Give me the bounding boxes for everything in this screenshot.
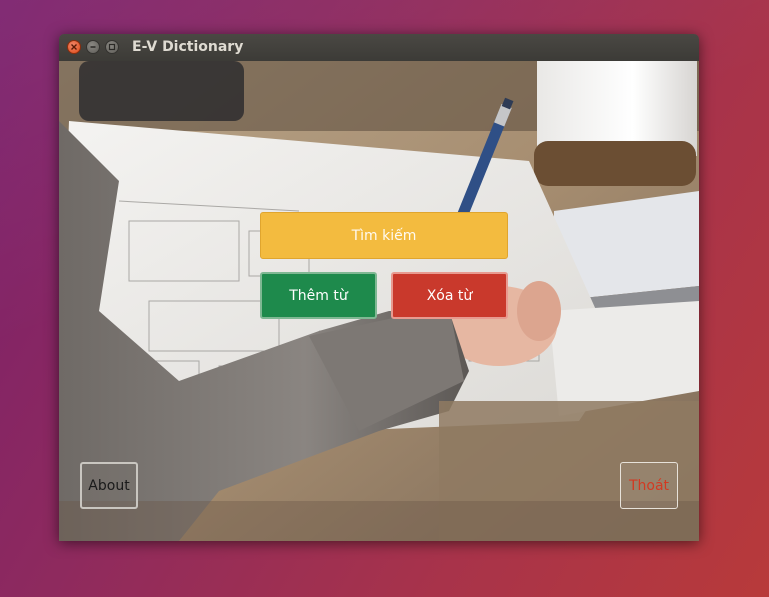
window-maximize-button[interactable] <box>105 40 119 54</box>
window-close-button[interactable] <box>67 40 81 54</box>
window-minimize-button[interactable] <box>86 40 100 54</box>
about-button[interactable]: About <box>80 462 138 509</box>
main-content: Tìm kiếm Thêm từ Xóa từ About Thoát <box>59 61 699 541</box>
search-button[interactable]: Tìm kiếm <box>260 212 508 259</box>
delete-word-button[interactable]: Xóa từ <box>391 272 508 319</box>
maximize-icon <box>108 43 116 51</box>
exit-button[interactable]: Thoát <box>620 462 678 509</box>
title-bar[interactable]: E-V Dictionary <box>59 34 699 62</box>
window-title: E-V Dictionary <box>132 39 244 55</box>
minimize-icon <box>90 46 96 48</box>
close-icon <box>71 44 77 50</box>
app-window: E-V Dictionary Tìm kiếm Thêm từ Xóa từ A… <box>59 34 699 541</box>
background-photo <box>59 61 699 541</box>
add-word-button[interactable]: Thêm từ <box>260 272 377 319</box>
